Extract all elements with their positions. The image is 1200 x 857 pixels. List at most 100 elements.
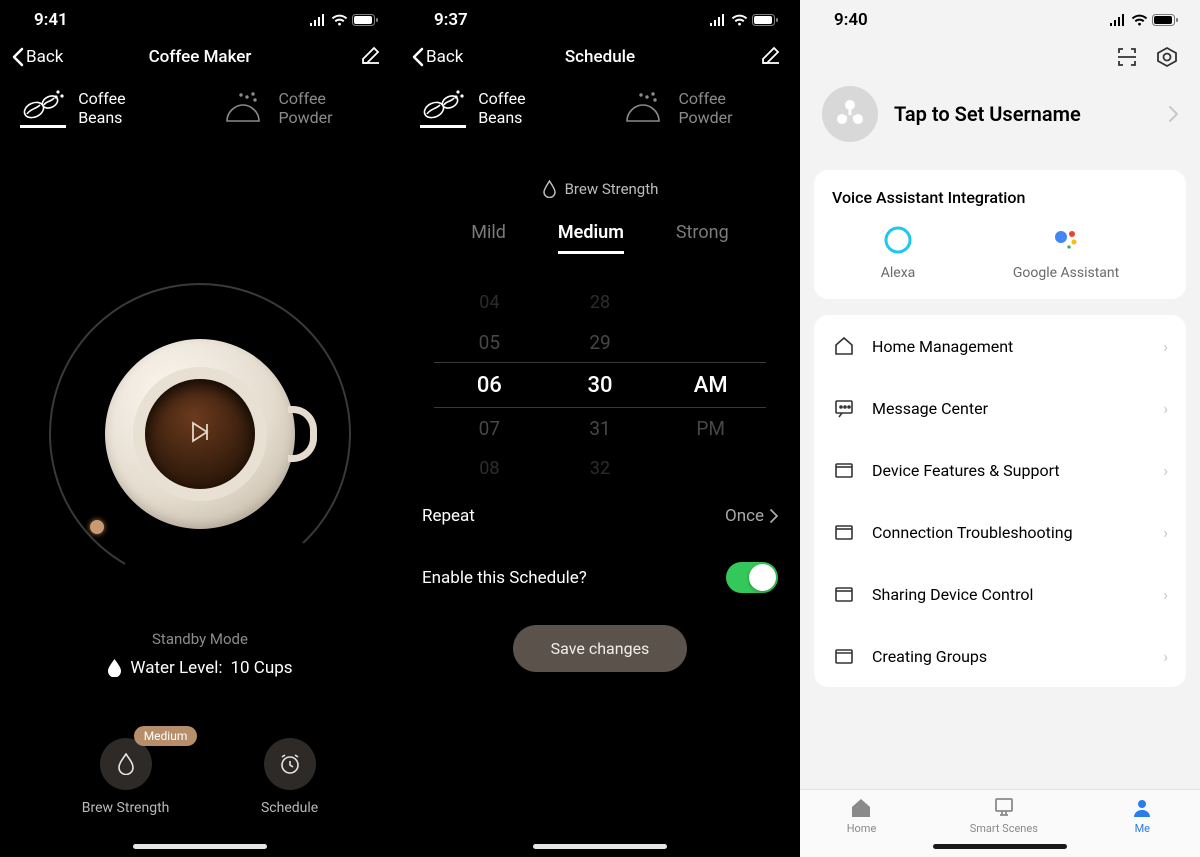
- tabbar-me-label: Me: [1135, 822, 1150, 835]
- tabbar-home[interactable]: Home: [847, 797, 877, 835]
- repeat-row[interactable]: Repeat Once: [400, 488, 800, 544]
- tab-coffee-beans[interactable]: Coffee Beans: [420, 88, 570, 144]
- brew-strength-label: Brew Strength: [565, 180, 659, 198]
- strength-strong[interactable]: Strong: [676, 222, 729, 254]
- back-label: Back: [26, 47, 63, 67]
- picker-row-selected: 0630AM: [434, 362, 766, 408]
- coffee-beans-icon: [420, 88, 466, 128]
- status-mode: Standby Mode: [0, 630, 400, 648]
- schedule-action[interactable]: Schedule: [261, 738, 318, 816]
- strength-mild[interactable]: Mild: [471, 222, 506, 254]
- alexa-label: Alexa: [881, 265, 916, 281]
- chevron-left-icon: [412, 47, 424, 67]
- row-message-center[interactable]: Message Center ›: [814, 377, 1186, 439]
- google-assistant-icon: [1051, 225, 1081, 255]
- tabbar-me[interactable]: Me: [1131, 797, 1153, 835]
- edit-button[interactable]: [760, 44, 782, 70]
- screen-coffee-maker: 9:41 Back Coffee Maker Coffee Beans Coff: [0, 0, 400, 857]
- status-icons: [709, 14, 778, 26]
- row-label: Creating Groups: [872, 647, 1147, 666]
- settings-list: Home Management › Message Center › Devic…: [814, 315, 1186, 687]
- row-sharing[interactable]: Sharing Device Control ›: [814, 563, 1186, 625]
- chevron-right-icon: ›: [1163, 461, 1168, 480]
- status-icons: [309, 14, 378, 26]
- pencil-icon: [760, 44, 782, 66]
- username: Tap to Set Username: [894, 102, 1153, 126]
- tab-powder-label: Coffee Powder: [278, 89, 380, 127]
- tab-beans-label: Coffee Beans: [78, 89, 170, 127]
- tab-powder-label: Coffee Powder: [678, 89, 780, 127]
- enable-switch[interactable]: [726, 562, 778, 593]
- header: Back Coffee Maker: [0, 34, 400, 78]
- water-level: Water Level: 10 Cups: [0, 658, 400, 678]
- home-outline-icon: [832, 335, 856, 357]
- tab-coffee-powder[interactable]: Coffee Powder: [220, 88, 380, 144]
- tabbar-home-label: Home: [847, 822, 877, 835]
- folder-icon: [832, 459, 856, 481]
- play-button[interactable]: [185, 417, 215, 451]
- tabbar-smart-label: Smart Scenes: [970, 822, 1038, 835]
- tabbar-smart[interactable]: Smart Scenes: [970, 797, 1038, 835]
- home-indicator[interactable]: [933, 844, 1067, 849]
- brew-dial[interactable]: [30, 264, 370, 604]
- dial-knob[interactable]: [90, 520, 104, 534]
- person-icon: [1131, 797, 1153, 819]
- coffee-powder-icon: [220, 88, 266, 128]
- settings-icon[interactable]: [1156, 46, 1178, 68]
- picker-row: 0428: [434, 282, 766, 322]
- status-time: 9:41: [34, 10, 68, 30]
- wifi-icon: [1131, 14, 1148, 26]
- chevron-right-icon: [1169, 106, 1178, 122]
- product-type-tabs: Coffee Beans Coffee Powder: [400, 78, 800, 144]
- alexa-icon: [883, 225, 913, 255]
- signal-icon: [709, 14, 727, 26]
- row-home-management[interactable]: Home Management ›: [814, 315, 1186, 377]
- chevron-right-icon: [770, 509, 778, 523]
- schedule-button[interactable]: [264, 738, 316, 790]
- brew-strength-action[interactable]: Medium Brew Strength: [82, 738, 170, 816]
- scan-icon[interactable]: [1116, 46, 1138, 68]
- schedule-label: Schedule: [261, 800, 318, 816]
- status-time: 9:37: [434, 10, 468, 30]
- coffee-powder-icon: [620, 88, 666, 128]
- wifi-icon: [331, 14, 348, 26]
- back-button[interactable]: Back: [412, 47, 463, 67]
- picker-row: 0529: [434, 322, 766, 362]
- play-next-icon: [185, 417, 215, 447]
- assistant-google[interactable]: Google Assistant: [1013, 225, 1119, 281]
- water-label: Water Level:: [130, 658, 222, 678]
- strength-medium[interactable]: Medium: [558, 222, 624, 254]
- time-picker[interactable]: 0428 0529 0630AM 0731PM 0832: [400, 282, 800, 488]
- profile-row[interactable]: Tap to Set Username: [800, 72, 1200, 170]
- battery-icon: [1152, 14, 1178, 26]
- row-faq[interactable]: Device Features & Support ›: [814, 439, 1186, 501]
- product-type-tabs: Coffee Beans Coffee Powder: [0, 78, 400, 144]
- edit-button[interactable]: [360, 44, 382, 70]
- save-button[interactable]: Save changes: [513, 625, 688, 672]
- screen-me: 9:40 Tap to Set Username Voice Assistant…: [800, 0, 1200, 857]
- tab-coffee-powder[interactable]: Coffee Powder: [620, 88, 780, 144]
- water-value: 10 Cups: [230, 658, 292, 678]
- screen-schedule: 9:37 Back Schedule Coffee Beans Coffee P: [400, 0, 800, 857]
- row-group[interactable]: Creating Groups ›: [814, 625, 1186, 687]
- home-indicator[interactable]: [133, 844, 267, 849]
- tab-coffee-beans[interactable]: Coffee Beans: [20, 88, 170, 144]
- folder-icon: [832, 521, 856, 543]
- status-icons: [1109, 14, 1178, 26]
- chevron-left-icon: [12, 47, 24, 67]
- back-button[interactable]: Back: [12, 47, 63, 67]
- chevron-right-icon: ›: [1163, 647, 1168, 666]
- assistant-alexa[interactable]: Alexa: [881, 225, 916, 281]
- back-label: Back: [426, 47, 463, 67]
- row-label: Connection Troubleshooting: [872, 523, 1147, 542]
- chevron-right-icon: ›: [1163, 399, 1168, 418]
- bottom-actions: Medium Brew Strength Schedule: [0, 678, 400, 816]
- row-network[interactable]: Connection Troubleshooting ›: [814, 501, 1186, 563]
- repeat-value: Once: [725, 506, 764, 526]
- home-indicator[interactable]: [533, 844, 667, 849]
- folder-icon: [832, 645, 856, 667]
- repeat-value-wrap: Once: [725, 506, 778, 526]
- signal-icon: [1109, 14, 1127, 26]
- top-actions: [800, 34, 1200, 72]
- battery-icon: [352, 14, 378, 26]
